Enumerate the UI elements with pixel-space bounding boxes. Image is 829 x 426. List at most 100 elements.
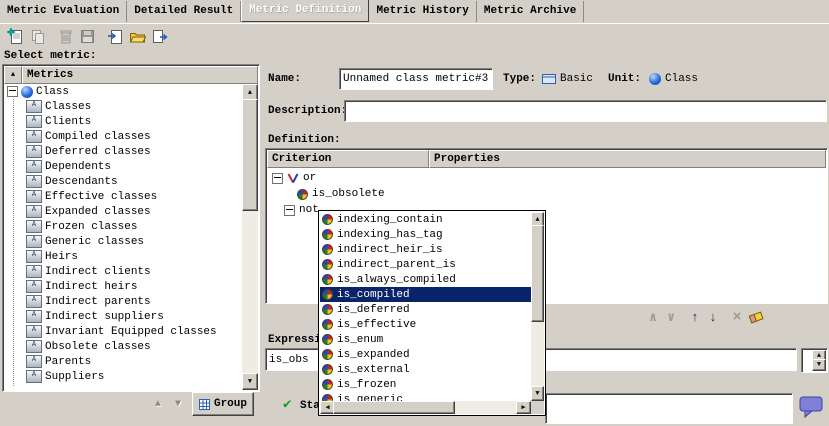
metric-tool-window: { "tabs": { "items": [ {"label": "Metric… (0, 0, 829, 426)
dropdown-item[interactable]: indexing_has_tag (320, 227, 531, 242)
list-item[interactable]: Invariant Equipped classes (4, 324, 242, 339)
list-item[interactable]: Clients (4, 114, 242, 129)
dropdown-item[interactable]: is_generic (320, 392, 531, 401)
dropdown-item[interactable]: is_effective (320, 317, 531, 332)
duplicate-metric-icon[interactable] (26, 26, 48, 48)
name-input[interactable] (339, 68, 493, 90)
dropdown-item-label: is_expanded (337, 349, 410, 361)
dropdown-item-label: is_external (337, 364, 410, 376)
criterion-icon (322, 274, 333, 285)
list-item[interactable]: Frozen classes (4, 219, 242, 234)
name-label: Name: (268, 73, 301, 85)
class-unit-icon (21, 86, 33, 98)
sort-ascending-icon[interactable] (4, 66, 22, 84)
save-metric-icon[interactable] (76, 26, 98, 48)
list-item[interactable]: Classes (4, 99, 242, 114)
list-item[interactable]: Deferred classes (4, 144, 242, 159)
tree-root-class[interactable]: Class (4, 84, 242, 99)
list-item[interactable]: Obsolete classes (4, 339, 242, 354)
angle-up-icon[interactable]: ∧ (645, 309, 661, 325)
list-item-label: Parents (45, 356, 91, 368)
group-button[interactable]: Group (192, 392, 254, 416)
list-item[interactable]: Indirect parents (4, 294, 242, 309)
scrollbar-thumb[interactable] (333, 401, 455, 414)
tab[interactable]: Metric History (369, 1, 476, 22)
dropdown-item[interactable]: is_frozen (320, 377, 531, 392)
list-item[interactable]: Descendants (4, 174, 242, 189)
criterion-row-is-obsolete[interactable]: is_obsolete (267, 186, 826, 202)
metrics-column-header[interactable]: Metrics (22, 66, 258, 84)
move-metric-up-icon[interactable] (150, 396, 166, 412)
dropdown-item-label: is_compiled (337, 289, 410, 301)
scrollbar-thumb[interactable] (531, 225, 544, 322)
collapse-icon[interactable] (272, 173, 283, 184)
scrollbar-thumb[interactable] (242, 99, 258, 211)
dropdown-item-label: is_enum (337, 334, 383, 346)
dropdown-item[interactable]: is_always_compiled (320, 272, 531, 287)
move-down-icon[interactable]: ↓ (705, 309, 721, 325)
list-item[interactable]: Indirect heirs (4, 279, 242, 294)
list-item[interactable]: Heirs (4, 249, 242, 264)
list-item[interactable]: Expanded classes (4, 204, 242, 219)
type-value: Basic (560, 73, 593, 85)
metric-icon (26, 205, 42, 218)
criterion-icon (322, 394, 333, 401)
unit-value: Class (665, 73, 698, 85)
tab[interactable]: Metric Archive (477, 1, 584, 22)
dropdown-item[interactable]: indexing_contain (320, 212, 531, 227)
erase-definition-icon[interactable] (747, 309, 765, 325)
list-item[interactable]: Generic classes (4, 234, 242, 249)
list-item-label: Obsolete classes (45, 341, 151, 353)
dropdown-item[interactable]: is_deferred (320, 302, 531, 317)
description-input[interactable] (344, 100, 827, 122)
dropdown-item-label: indexing_has_tag (337, 229, 443, 241)
scroll-down-icon[interactable] (812, 359, 826, 371)
criterion-icon (322, 364, 333, 375)
metric-icon (26, 295, 42, 308)
metric-icon (26, 190, 42, 203)
export-metrics-icon[interactable] (148, 26, 170, 48)
open-metrics-icon[interactable] (126, 26, 148, 48)
dropdown-item[interactable]: is_expanded (320, 347, 531, 362)
delete-criterion-icon[interactable] (729, 309, 745, 325)
definition-label: Definition: (268, 134, 341, 146)
status-field (545, 393, 793, 424)
metric-icon (26, 325, 42, 338)
list-item[interactable]: Parents (4, 354, 242, 369)
import-metrics-icon[interactable] (104, 26, 126, 48)
criterion-row-or[interactable]: or (267, 170, 826, 186)
dropdown-item[interactable]: indirect_parent_is (320, 257, 531, 272)
list-item-label: Dependents (45, 161, 111, 173)
collapse-icon[interactable] (7, 86, 18, 97)
dropdown-item[interactable]: is_enum (320, 332, 531, 347)
collapse-icon[interactable] (284, 205, 295, 216)
criterion-icon (322, 319, 333, 330)
list-item-label: Classes (45, 101, 91, 113)
new-metric-icon[interactable] (4, 26, 26, 48)
list-item[interactable]: Indirect clients (4, 264, 242, 279)
scroll-down-icon[interactable] (242, 373, 258, 390)
list-item[interactable]: Compiled classes (4, 129, 242, 144)
list-item[interactable]: Dependents (4, 159, 242, 174)
list-item[interactable]: Indirect suppliers (4, 309, 242, 324)
dropdown-item[interactable]: is_compiled (320, 287, 531, 302)
list-item[interactable]: Suppliers (4, 369, 242, 384)
move-up-icon[interactable]: ↑ (687, 309, 703, 325)
angle-down-icon[interactable]: ∨ (663, 309, 679, 325)
comment-bubble-icon[interactable] (799, 396, 824, 418)
dropdown-item[interactable]: is_external (320, 362, 531, 377)
scroll-right-icon[interactable] (516, 401, 531, 414)
grid-icon (199, 399, 210, 410)
scroll-down-icon[interactable] (531, 386, 544, 401)
tab[interactable]: Detailed Result (127, 1, 241, 22)
tab[interactable]: Metric Definition (241, 0, 369, 22)
properties-column-header[interactable]: Properties (429, 150, 826, 168)
delete-metric-icon[interactable] (54, 26, 76, 48)
dropdown-item[interactable]: indirect_heir_is (320, 242, 531, 257)
tab[interactable]: Metric Evaluation (0, 1, 127, 22)
criterion-icon (322, 259, 333, 270)
list-item[interactable]: Effective classes (4, 189, 242, 204)
criterion-column-header[interactable]: Criterion (267, 150, 429, 168)
move-metric-down-icon[interactable] (170, 396, 186, 412)
metric-icon (26, 340, 42, 353)
